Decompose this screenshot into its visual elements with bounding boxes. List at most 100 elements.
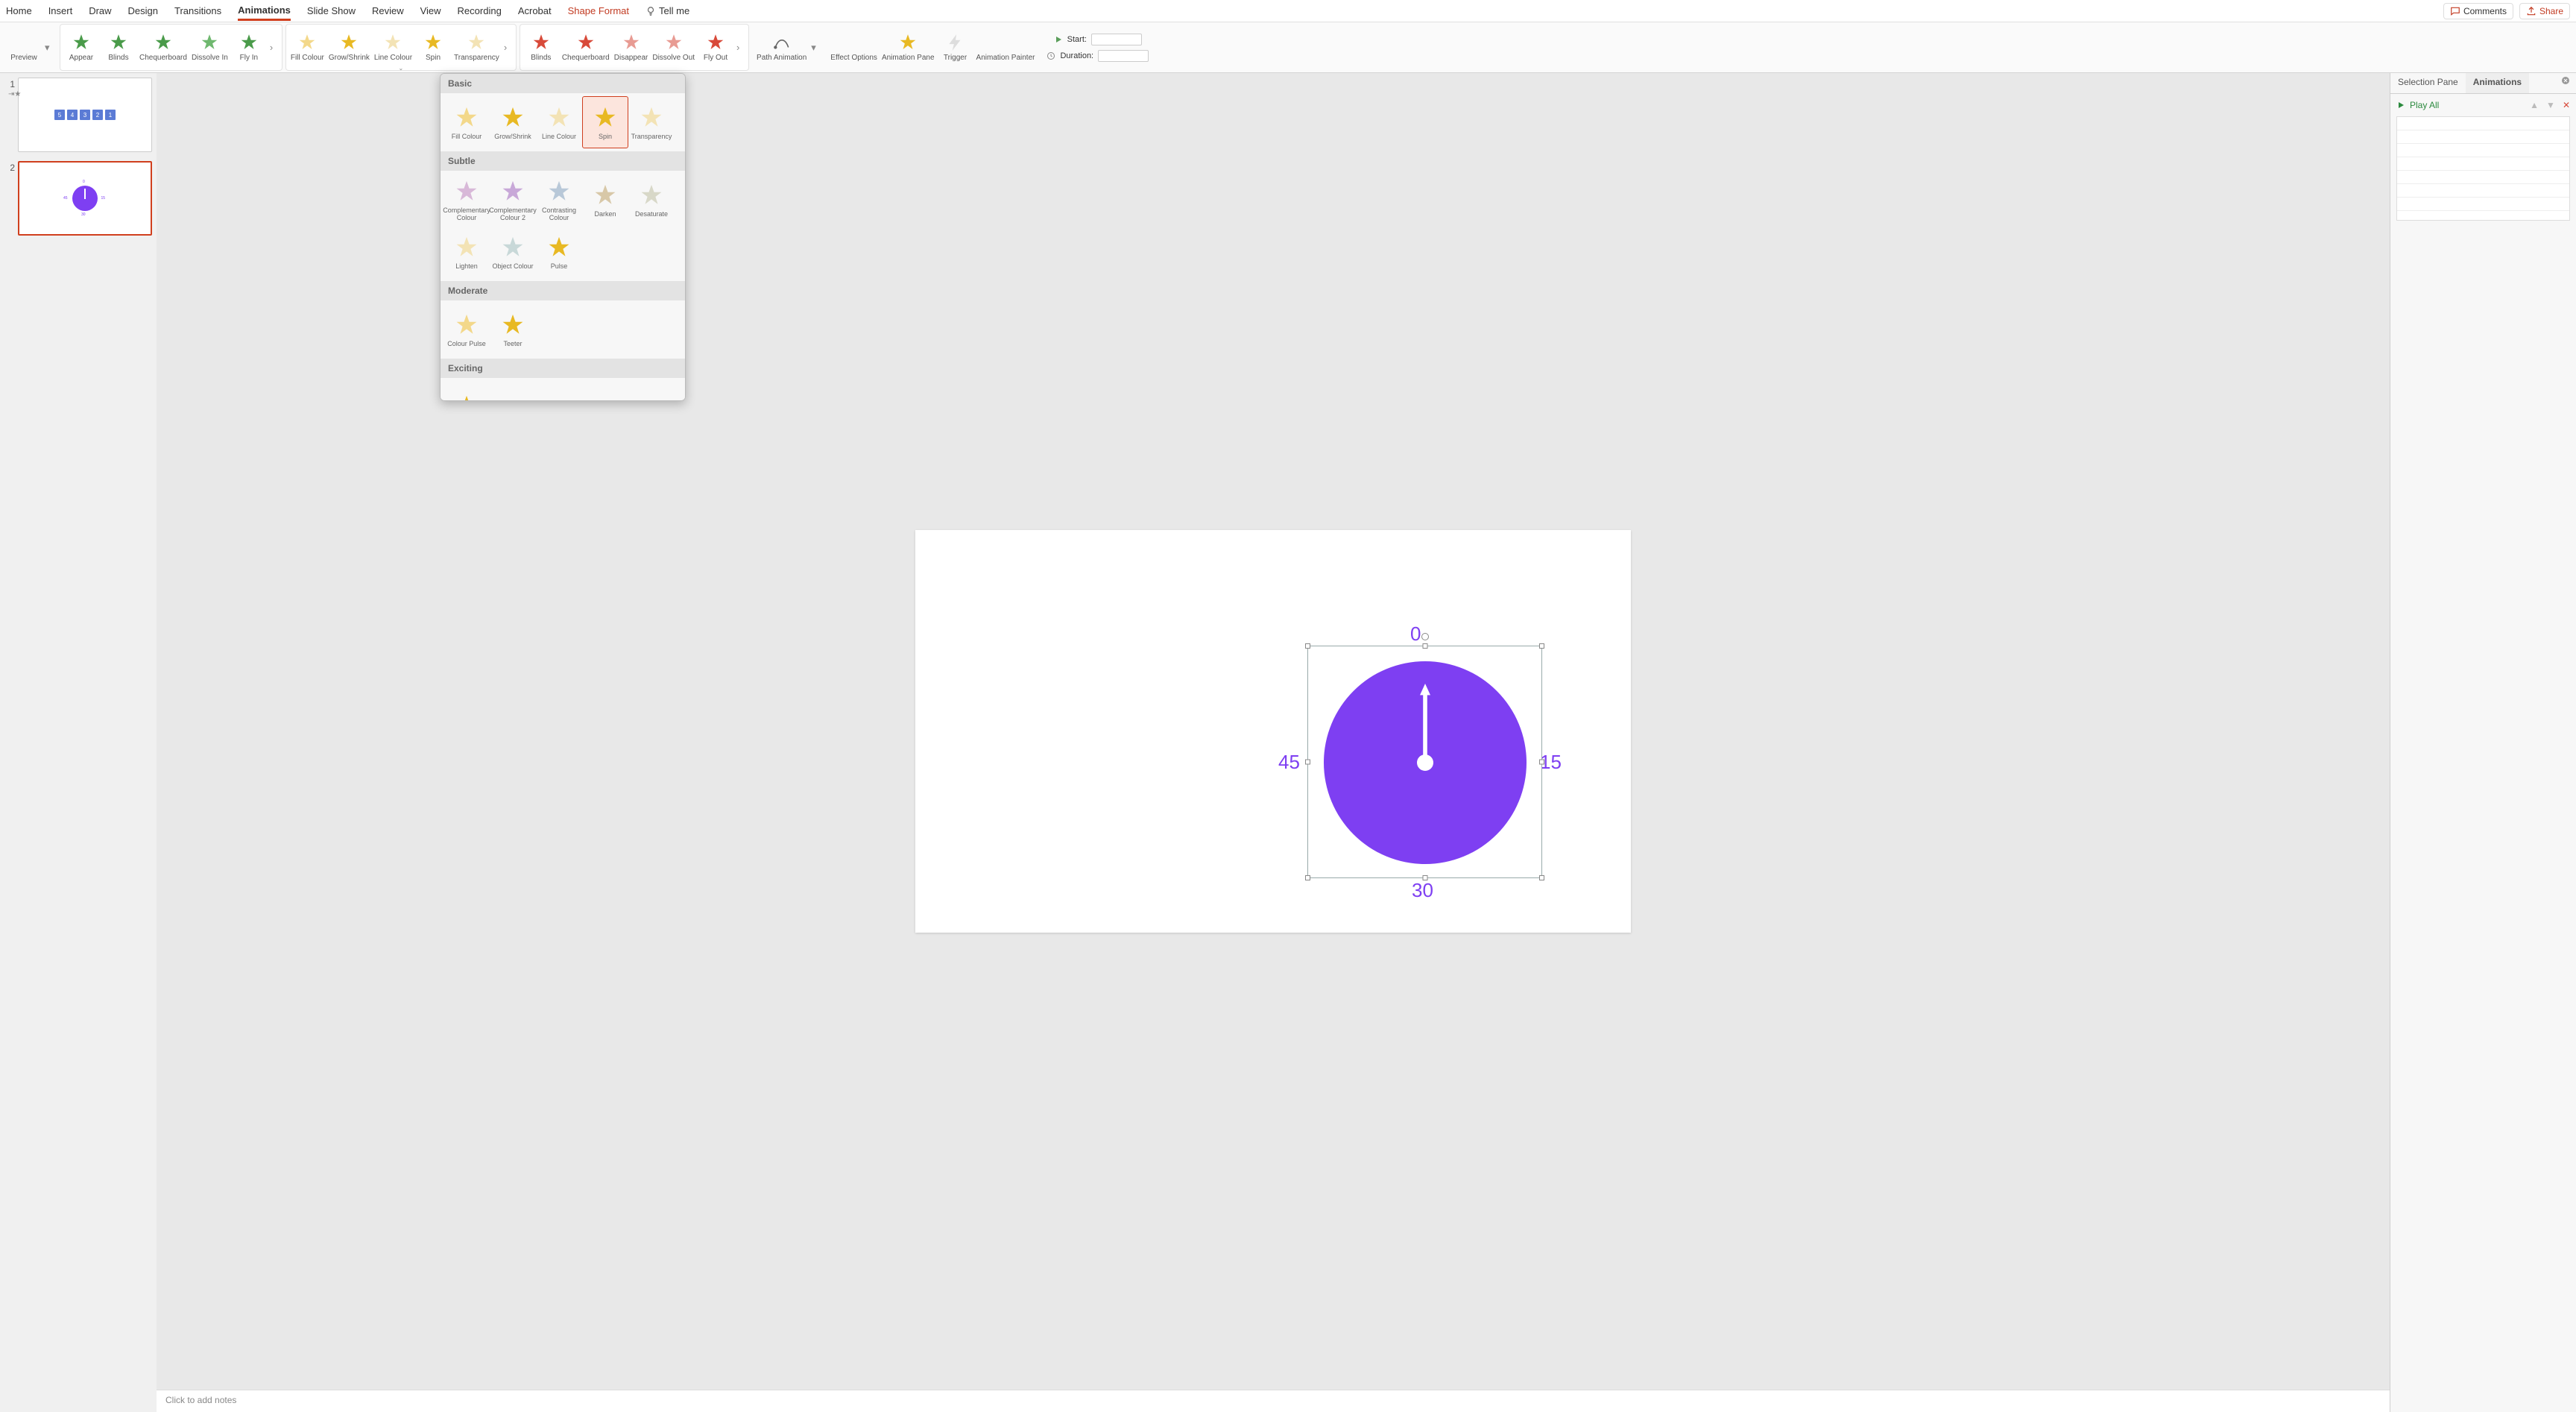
tab-review[interactable]: Review	[372, 2, 404, 19]
thumbnail-slide-2[interactable]: 0 15 30 45	[18, 161, 152, 236]
tab-shape-format[interactable]: Shape Format	[568, 2, 629, 19]
tab-view[interactable]: View	[420, 2, 441, 19]
emphasis-option-complementary-colour-2[interactable]: Complementary Colour 2	[490, 174, 536, 226]
exit-disappear[interactable]: Disappear	[614, 33, 648, 62]
star-icon	[339, 33, 359, 52]
emphasis-expand-icon[interactable]: ⌄	[398, 65, 403, 72]
emphasis-option-transparency[interactable]: Transparency	[628, 96, 675, 148]
close-pane-button[interactable]	[2555, 73, 2576, 93]
emphasis-option-complementary-colour[interactable]: Complementary Colour	[443, 174, 490, 226]
notes-pane[interactable]: Click to add notes	[157, 1390, 2390, 1412]
emphasis-option-desaturate[interactable]: Desaturate	[628, 174, 675, 226]
animation-pane-button[interactable]: Animation Pane	[882, 33, 935, 62]
exit-dissolve-out[interactable]: Dissolve Out	[652, 33, 695, 62]
animation-painter-button[interactable]: Animation Painter	[976, 33, 1035, 62]
resize-handle[interactable]	[1422, 643, 1427, 649]
tab-selection-pane[interactable]: Selection Pane	[2390, 73, 2466, 93]
tab-transitions[interactable]: Transitions	[174, 2, 221, 19]
label: Lighten	[455, 262, 478, 270]
star-icon	[500, 235, 525, 260]
star-icon	[664, 33, 684, 52]
duration-input[interactable]	[1098, 50, 1149, 62]
entrance-fly-in[interactable]: Fly In	[233, 33, 265, 62]
resize-handle[interactable]	[1422, 875, 1427, 880]
tab-animations[interactable]: Animations	[238, 1, 291, 21]
move-down-button[interactable]: ▼	[2546, 100, 2555, 110]
emphasis-option-lighten[interactable]: Lighten	[443, 226, 490, 278]
lightbulb-icon	[645, 6, 656, 16]
tab-recording[interactable]: Recording	[458, 2, 502, 19]
emphasis-more-icon[interactable]: ›	[504, 42, 511, 53]
tab-design[interactable]: Design	[128, 2, 158, 19]
resize-handle[interactable]	[1305, 875, 1310, 880]
slide-thumbnails: 1 ⇥★ 5 4 3 2 1 2 0 15 30 45	[0, 73, 157, 1412]
emphasis-option-teeter[interactable]: Teeter	[490, 303, 536, 356]
rotate-handle[interactable]	[1421, 633, 1429, 640]
clock-hand	[1420, 684, 1430, 766]
share-button[interactable]: Share	[2519, 3, 2570, 19]
preview-button[interactable]: Preview	[7, 33, 40, 62]
delete-button[interactable]: ✕	[2563, 100, 2570, 110]
emphasis-option-contrasting-colour[interactable]: Contrasting Colour	[536, 174, 582, 226]
emphasis-option-line-colour[interactable]: Line Colour	[536, 96, 582, 148]
emphasis-fill-colour[interactable]: Fill Colour	[291, 33, 324, 62]
trigger-button[interactable]: Trigger	[939, 33, 972, 62]
emphasis-option-grow-shrink[interactable]: Grow/Shrink	[490, 96, 536, 148]
label: Fill Colour	[291, 54, 324, 62]
tab-slideshow[interactable]: Slide Show	[307, 2, 356, 19]
resize-handle[interactable]	[1305, 643, 1310, 649]
tab-animations-pane[interactable]: Animations	[2466, 73, 2529, 93]
entrance-chequerboard[interactable]: Chequerboard	[139, 33, 187, 62]
effect-options-button[interactable]: Effect Options	[830, 33, 877, 62]
entrance-appear[interactable]: Appear	[65, 33, 98, 62]
exit-chequerboard[interactable]: Chequerboard	[562, 33, 610, 62]
resize-handle[interactable]	[1539, 875, 1544, 880]
exit-blinds[interactable]: Blinds	[525, 33, 558, 62]
resize-handle[interactable]	[1539, 760, 1544, 765]
entrance-dissolve-in[interactable]: Dissolve In	[192, 33, 228, 62]
exit-more-icon[interactable]: ›	[736, 42, 744, 53]
move-up-button[interactable]: ▲	[2530, 100, 2539, 110]
tell-me[interactable]: Tell me	[645, 5, 689, 16]
emphasis-option-item[interactable]	[443, 381, 490, 401]
tab-acrobat[interactable]: Acrobat	[518, 2, 552, 19]
emphasis-option-pulse[interactable]: Pulse	[536, 226, 582, 278]
emphasis-grow-shrink[interactable]: Grow/Shrink	[329, 33, 370, 62]
preview-caret-icon[interactable]: ▾	[45, 42, 52, 54]
label: Animation Pane	[882, 54, 935, 62]
animation-list[interactable]	[2396, 116, 2570, 221]
thumbnail-slide-1[interactable]: ⇥★ 5 4 3 2 1	[18, 78, 152, 152]
entrance-more-icon[interactable]: ›	[270, 42, 277, 53]
emphasis-option-spin[interactable]: Spin	[582, 96, 628, 148]
box: 4	[67, 110, 78, 120]
comments-button[interactable]: Comments	[2443, 3, 2513, 19]
slide-canvas[interactable]: 0 15 30 45	[157, 73, 2390, 1390]
selected-shape[interactable]	[1307, 646, 1542, 878]
label: Spin	[426, 54, 441, 62]
tab-home[interactable]: Home	[6, 2, 32, 19]
path-caret-icon[interactable]: ▾	[811, 42, 818, 54]
label: Trigger	[944, 54, 967, 62]
emphasis-option-fill-colour[interactable]: Fill Colour	[443, 96, 490, 148]
entrance-blinds[interactable]: Blinds	[102, 33, 135, 62]
resize-handle[interactable]	[1539, 643, 1544, 649]
emphasis-line-colour[interactable]: Line Colour	[374, 33, 412, 62]
tab-draw[interactable]: Draw	[89, 2, 111, 19]
canvas-wrap: 0 15 30 45	[157, 73, 2390, 1412]
star-icon	[423, 33, 443, 52]
emphasis-transparency[interactable]: Transparency	[454, 33, 499, 62]
play-all-button[interactable]: Play All	[2410, 100, 2439, 110]
emphasis-spin[interactable]: Spin	[417, 33, 449, 62]
start-input[interactable]	[1091, 34, 1142, 45]
emphasis-option-darken[interactable]: Darken	[582, 174, 628, 226]
exit-fly-out[interactable]: Fly Out	[699, 33, 732, 62]
resize-handle[interactable]	[1305, 760, 1310, 765]
label: Dissolve Out	[652, 54, 695, 62]
clock-label-45: 45	[1278, 751, 1300, 774]
pane-tabs: Selection Pane Animations	[2390, 73, 2576, 94]
tab-insert[interactable]: Insert	[48, 2, 73, 19]
label: Animation Painter	[976, 54, 1035, 62]
path-animation-button[interactable]: Path Animation	[757, 33, 806, 62]
emphasis-option-object-colour[interactable]: Object Colour	[490, 226, 536, 278]
emphasis-option-colour-pulse[interactable]: Colour Pulse	[443, 303, 490, 356]
